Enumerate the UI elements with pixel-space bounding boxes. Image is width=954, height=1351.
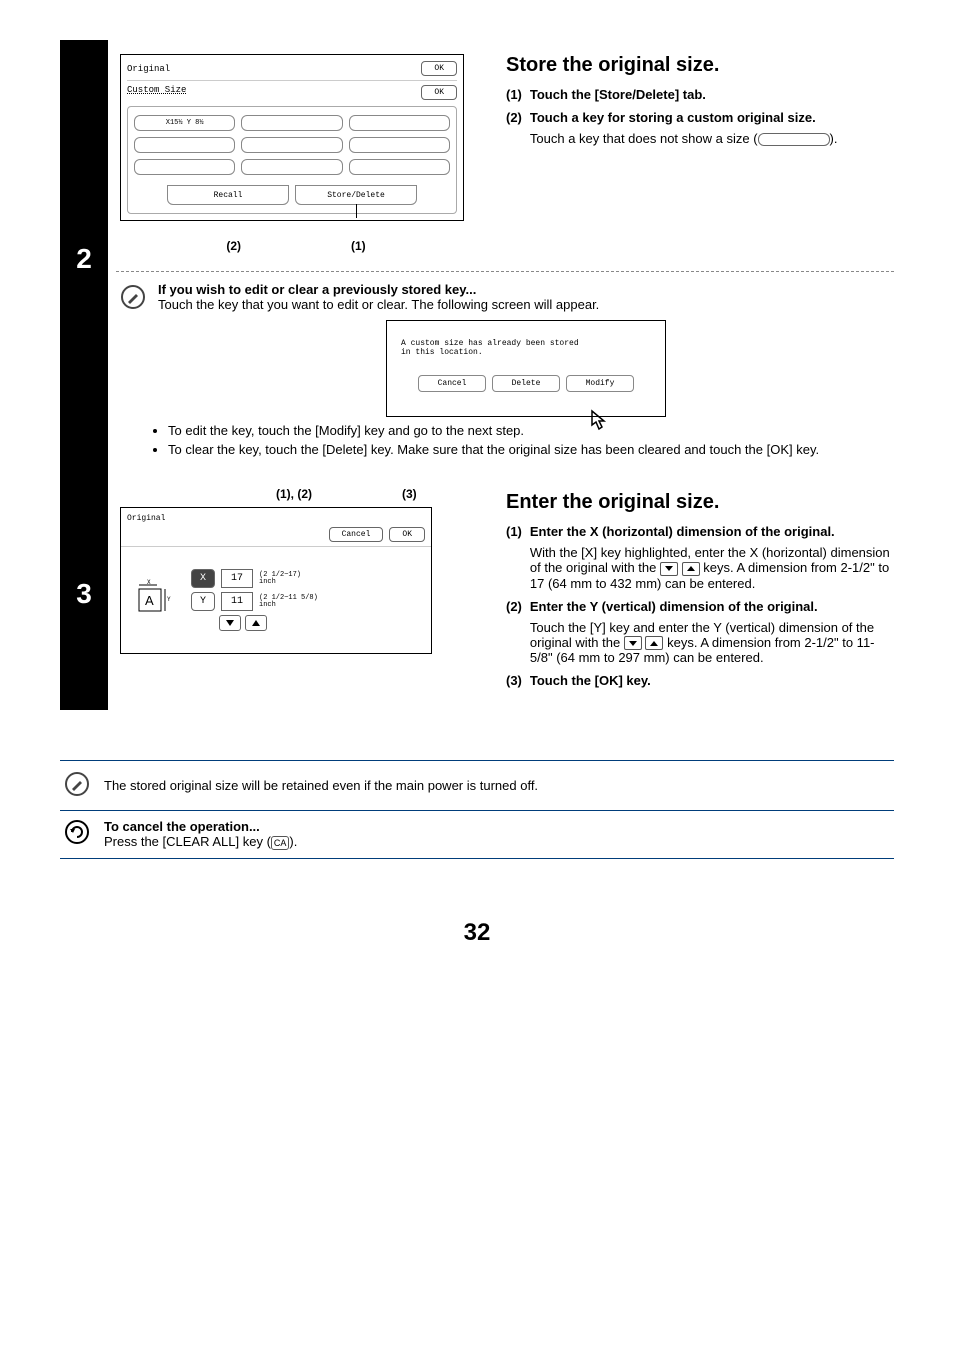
instr3-num-2: (2) <box>506 599 522 666</box>
dialog-title-3: Original <box>127 514 165 523</box>
instr-num-2: (2) <box>506 110 522 146</box>
screenshot-custom-size-dialog: Original OK Custom Size OK X15½ Y 8½ <box>120 54 464 221</box>
instr-text-1: Touch the [Store/Delete] tab. <box>530 87 706 102</box>
down-key-icon-2 <box>624 636 642 650</box>
page-number: 32 <box>60 919 894 947</box>
instr3-text-1: Enter the X (horizontal) dimension of th… <box>530 524 894 591</box>
instr3-num-3: (3) <box>506 673 522 688</box>
instr3-text-3: Touch the [OK] key. <box>530 673 651 688</box>
size-slot-9[interactable] <box>349 159 450 175</box>
x-value: 17 <box>221 569 253 588</box>
instr-light-pre: Touch a key that does not show a size ( <box>530 131 758 146</box>
bullet-edit: To edit the key, touch the [Modify] key … <box>168 423 894 438</box>
size-slot-2[interactable] <box>241 115 342 131</box>
dialog-title: Original <box>127 64 170 74</box>
step-2-num: 2 <box>76 243 92 275</box>
step-2-marker: 2 <box>60 40 108 477</box>
ok-button-2[interactable]: OK <box>421 85 457 100</box>
confirm-dialog-screenshot: A custom size has already been stored in… <box>386 320 666 417</box>
recall-tab[interactable]: Recall <box>167 185 289 205</box>
size-slot-3[interactable] <box>349 115 450 131</box>
instr3-num-1: (1) <box>506 524 522 591</box>
screenshot-enter-size-dialog: Original Cancel OK X A <box>120 507 432 654</box>
undo-icon <box>64 819 90 848</box>
step2-heading: Store the original size. <box>506 54 894 77</box>
dialog-delete-button[interactable]: Delete <box>492 375 560 392</box>
up-arrow-button[interactable] <box>245 615 267 631</box>
callout-2: (2) <box>226 239 241 253</box>
dialog-msg-1: A custom size has already been stored <box>401 339 651 348</box>
note-body: Touch the key that you want to edit or c… <box>158 297 599 312</box>
footnote-2-pre: Press the [CLEAR ALL] key ( <box>104 834 271 849</box>
dialog-modify-button[interactable]: Modify <box>566 375 634 392</box>
instr3-text-2: Enter the Y (vertical) dimension of the … <box>530 599 894 666</box>
size-slot-6[interactable] <box>349 137 450 153</box>
y-range: (2 1/2~11 5/8)inch <box>259 595 318 609</box>
up-key-icon <box>682 562 700 576</box>
instr-light-post: ). <box>830 131 838 146</box>
blank-key-icon <box>758 133 830 146</box>
clear-all-key-icon: CA <box>271 836 290 850</box>
y-key[interactable]: Y <box>191 592 215 611</box>
size-slot-1[interactable]: X15½ Y 8½ <box>134 115 235 131</box>
footnote-2-title: To cancel the operation... <box>104 819 260 834</box>
footnote-2-post: ). <box>289 834 297 849</box>
store-delete-tab[interactable]: Store/Delete <box>295 185 417 205</box>
svg-text:Y: Y <box>167 596 171 603</box>
step-3-num: 3 <box>76 578 92 610</box>
note-title: If you wish to edit or clear a previousl… <box>158 282 476 297</box>
instr-num-1: (1) <box>506 87 522 102</box>
ok-button[interactable]: OK <box>421 61 457 76</box>
pointer-icon <box>588 409 610 436</box>
dimension-diagram-icon: X A Y <box>135 579 175 622</box>
size-slot-5[interactable] <box>241 137 342 153</box>
ok-button-3[interactable]: OK <box>389 527 425 542</box>
size-slot-7[interactable] <box>134 159 235 175</box>
size-slot-4[interactable] <box>134 137 235 153</box>
store-delete-tab-label: Store/Delete <box>327 191 385 200</box>
cancel-button[interactable]: Cancel <box>329 527 384 542</box>
note-pencil-icon <box>120 284 146 313</box>
size-slot-8[interactable] <box>241 159 342 175</box>
callout-12: (1), (2) <box>276 487 312 501</box>
x-range: (2 1/2~17)inch <box>259 572 301 586</box>
svg-text:X: X <box>147 579 151 586</box>
instr-text-2: Touch a key for storing a custom origina… <box>530 110 838 146</box>
step-3-marker: 3 <box>60 477 108 710</box>
custom-size-tab[interactable]: Custom Size <box>127 85 186 100</box>
dialog-cancel-button[interactable]: Cancel <box>418 375 486 392</box>
callout-1: (1) <box>351 239 366 253</box>
callout-3: (3) <box>402 487 417 501</box>
dialog-msg-2: in this location. <box>401 348 651 357</box>
svg-text:A: A <box>145 593 154 608</box>
step3-heading: Enter the original size. <box>506 491 894 514</box>
y-value: 11 <box>221 592 253 611</box>
bullet-clear: To clear the key, touch the [Delete] key… <box>168 442 894 457</box>
down-arrow-button[interactable] <box>219 615 241 631</box>
note-pencil-icon-2 <box>64 771 90 800</box>
x-key[interactable]: X <box>191 569 215 588</box>
down-key-icon <box>660 562 678 576</box>
up-key-icon-2 <box>645 636 663 650</box>
footnote-1: The stored original size will be retaine… <box>104 778 538 793</box>
